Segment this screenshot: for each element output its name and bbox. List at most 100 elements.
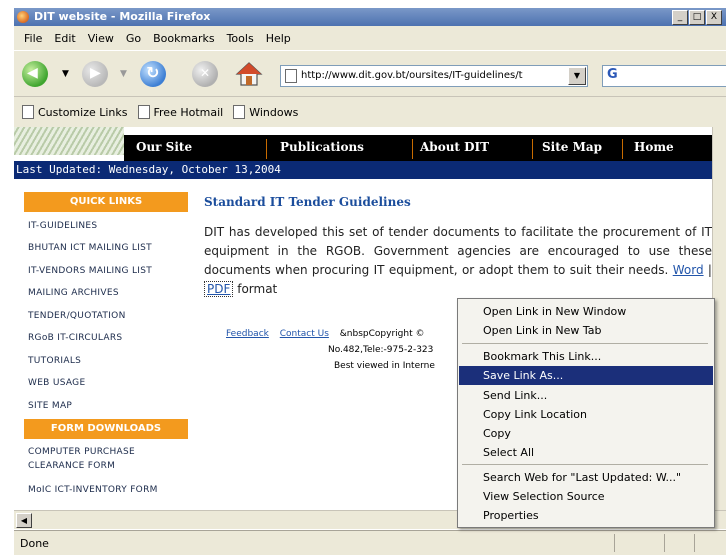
menu-search-web[interactable]: Search Web for "Last Updated: W..." xyxy=(459,468,713,487)
bookmark-windows[interactable]: Windows xyxy=(233,105,298,119)
menu-file[interactable]: File xyxy=(24,32,42,45)
menu-go[interactable]: Go xyxy=(126,32,141,45)
nav-about-dit[interactable]: About DIT xyxy=(420,140,489,154)
title-bar: DIT website - Mozilla Firefox _ □ X xyxy=(14,8,726,26)
form-clearance-form[interactable]: CLEARANCE FORM xyxy=(28,461,115,471)
menu-item-label: Open Link in New Window xyxy=(483,305,627,318)
menu-properties[interactable]: Properties xyxy=(459,506,713,525)
quick-link-tender-quotation[interactable]: TENDER/QUOTATION xyxy=(28,311,126,321)
menu-bookmark-this-link[interactable]: Bookmark This Link... xyxy=(459,347,713,366)
last-updated-banner: Last Updated: Wednesday, October 13,2004 xyxy=(14,161,712,179)
quick-link-site-map[interactable]: SITE MAP xyxy=(28,401,72,411)
quick-link-rgob-it-circulars[interactable]: RGoB IT-CIRCULARS xyxy=(28,333,122,343)
page-icon xyxy=(22,105,34,119)
minimize-button[interactable]: _ xyxy=(672,10,688,25)
nav-publications[interactable]: Publications xyxy=(280,140,364,154)
menu-item-label: Open Link in New Tab xyxy=(483,324,602,337)
quick-link-mailing-archives[interactable]: MAILING ARCHIVES xyxy=(28,288,119,298)
menu-bar: File Edit View Go Bookmarks Tools Help xyxy=(14,26,726,50)
bookmark-label: Customize Links xyxy=(38,105,128,119)
url-bar[interactable]: ▼ xyxy=(280,65,588,87)
reload-button[interactable] xyxy=(140,61,166,87)
url-input[interactable] xyxy=(301,68,551,82)
quick-link-web-usage[interactable]: WEB USAGE xyxy=(28,378,85,388)
menu-copy[interactable]: Copy xyxy=(459,424,713,443)
menu-save-link-as[interactable]: Save Link As... xyxy=(459,366,713,385)
menu-item-label: Copy xyxy=(483,427,511,440)
menu-item-label: View Selection Source xyxy=(483,490,605,503)
search-box[interactable]: G xyxy=(602,65,726,87)
menu-open-link-new-tab[interactable]: Open Link in New Tab xyxy=(459,321,713,340)
back-history-dropdown[interactable]: ▼ xyxy=(62,69,69,79)
feedback-link[interactable]: Feedback xyxy=(226,329,269,339)
menu-item-label: Send Link... xyxy=(483,389,548,402)
status-pane-divider xyxy=(664,534,665,552)
footer-best-viewed: Best viewed in Interne xyxy=(334,361,435,371)
site-logo xyxy=(14,127,124,155)
word-link[interactable]: Word xyxy=(673,263,704,277)
menu-open-link-new-window[interactable]: Open Link in New Window xyxy=(459,302,713,321)
bookmark-free-hotmail[interactable]: Free Hotmail xyxy=(137,105,224,119)
quick-link-tutorials[interactable]: TUTORIALS xyxy=(28,356,81,366)
menu-item-label: Search Web for "Last Updated: W..." xyxy=(483,471,682,484)
forward-button[interactable] xyxy=(82,61,108,87)
contact-us-link[interactable]: Contact Us xyxy=(280,329,329,339)
nav-separator xyxy=(622,139,623,159)
status-pane-divider xyxy=(614,534,615,552)
menu-item-label: Save Link As... xyxy=(483,369,564,382)
scroll-left-arrow[interactable]: ◀ xyxy=(16,513,32,528)
quick-link-it-vendors-mailing-list[interactable]: IT-VENDORS MAILING LIST xyxy=(28,266,152,276)
page-icon xyxy=(137,105,150,119)
home-icon xyxy=(235,62,263,86)
url-dropdown-button[interactable]: ▼ xyxy=(568,67,586,85)
menu-send-link[interactable]: Send Link... xyxy=(459,386,713,405)
bookmark-customize-links[interactable]: Customize Links xyxy=(22,105,128,119)
page-icon xyxy=(285,69,297,83)
menu-copy-link-location[interactable]: Copy Link Location xyxy=(459,405,713,424)
back-button[interactable] xyxy=(22,61,48,87)
menu-separator xyxy=(462,464,708,465)
form-computer-purchase[interactable]: COMPUTER PURCHASE xyxy=(28,447,135,457)
stop-button[interactable] xyxy=(192,61,218,87)
home-button[interactable] xyxy=(234,59,264,89)
menu-bookmarks[interactable]: Bookmarks xyxy=(153,32,214,45)
form-downloads-heading: FORM DOWNLOADS xyxy=(24,419,188,439)
nav-separator xyxy=(412,139,413,159)
footer-links: Feedback Contact Us &nbspCopyright © xyxy=(226,329,424,339)
nav-site-map[interactable]: Site Map xyxy=(542,140,602,154)
close-button[interactable]: X xyxy=(706,10,722,25)
navigation-toolbar: ▼ ▼ ▼ G xyxy=(14,50,726,97)
bookmarks-toolbar: Customize Links Free Hotmail Windows xyxy=(14,96,726,127)
site-navigation: Our Site Publications About DIT Site Map… xyxy=(124,135,712,163)
article-body: DIT has developed this set of tender doc… xyxy=(204,225,712,277)
article-text: DIT has developed this set of tender doc… xyxy=(204,223,712,299)
article-title: Standard IT Tender Guidelines xyxy=(204,195,411,209)
status-pane-divider xyxy=(694,534,695,552)
nav-home[interactable]: Home xyxy=(634,140,674,154)
pdf-link[interactable]: PDF xyxy=(204,281,234,297)
bookmark-label: Free Hotmail xyxy=(153,105,224,119)
status-text: Done xyxy=(20,537,49,550)
window-title: DIT website - Mozilla Firefox xyxy=(34,10,211,23)
nav-separator xyxy=(266,139,267,159)
nav-our-site[interactable]: Our Site xyxy=(136,140,192,154)
context-menu: Open Link in New Window Open Link in New… xyxy=(457,298,715,528)
menu-tools[interactable]: Tools xyxy=(227,32,254,45)
menu-view[interactable]: View xyxy=(88,32,114,45)
menu-edit[interactable]: Edit xyxy=(54,32,75,45)
menu-item-label: Properties xyxy=(483,509,539,522)
quick-link-it-guidelines[interactable]: IT-GUIDELINES xyxy=(28,221,97,231)
menu-help[interactable]: Help xyxy=(266,32,291,45)
forward-history-dropdown[interactable]: ▼ xyxy=(120,69,127,79)
menu-view-selection-source[interactable]: View Selection Source xyxy=(459,487,713,506)
menu-item-label: Select All xyxy=(483,446,535,459)
status-bar: Done xyxy=(14,530,726,555)
maximize-button[interactable]: □ xyxy=(689,10,705,25)
format-suffix: format xyxy=(237,282,278,296)
google-icon: G xyxy=(607,67,618,82)
quick-link-bhutan-ict-mailing-list[interactable]: BHUTAN ICT MAILING LIST xyxy=(28,243,152,253)
form-moic-ict-inventory[interactable]: MoIC ICT-INVENTORY FORM xyxy=(28,485,158,495)
menu-item-label: Copy Link Location xyxy=(483,408,587,421)
quick-links-heading: QUICK LINKS xyxy=(24,192,188,212)
menu-select-all[interactable]: Select All xyxy=(459,443,713,462)
